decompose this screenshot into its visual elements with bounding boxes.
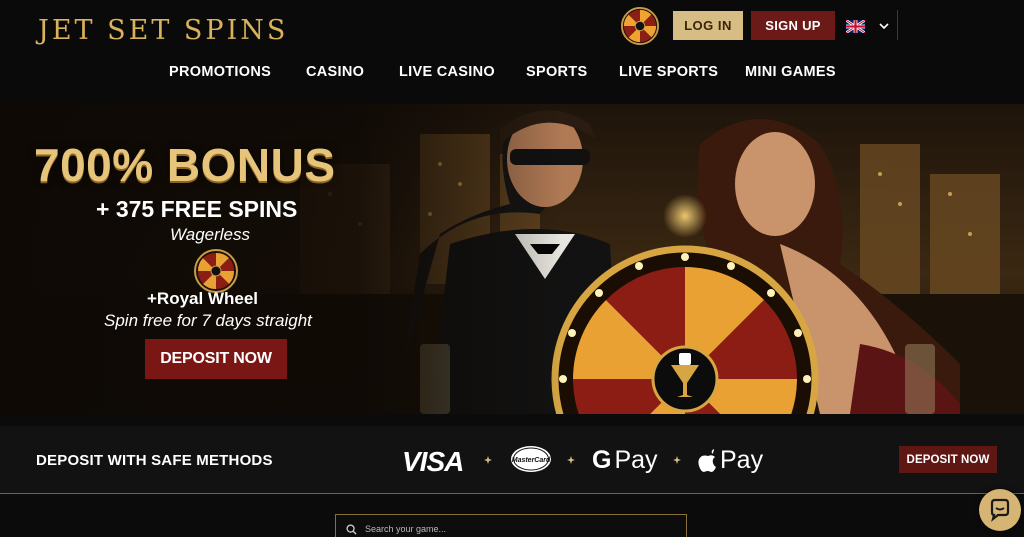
separator-star-icon [673, 456, 681, 464]
nav-item-promotions[interactable]: PROMOTIONS [169, 64, 271, 80]
hero-deposit-button[interactable]: DEPOSIT NOW [145, 339, 287, 379]
google-pay-text: Pay [614, 446, 658, 474]
separator-star-icon [484, 456, 492, 464]
nav-item-live-casino[interactable]: LIVE CASINO [399, 64, 495, 80]
royal-wheel-icon [194, 249, 238, 293]
game-search-bar[interactable] [335, 514, 687, 537]
bonus-title: 700% BONUS [34, 139, 336, 191]
bonus-subtitle: + 375 FREE SPINS [96, 196, 298, 222]
main-nav: PROMOTIONS CASINO LIVE CASINO SPORTS LIV… [0, 64, 1024, 84]
payments-divider [0, 493, 1024, 494]
apple-icon [698, 448, 716, 472]
separator-star-icon [567, 456, 575, 464]
site-logo[interactable]: JET SET SPINS [38, 10, 288, 50]
header-divider [897, 10, 898, 40]
uk-flag-icon [846, 19, 865, 33]
chevron-down-icon [879, 23, 889, 30]
wagerless-label: Wagerless [170, 225, 250, 244]
mastercard-logo-icon: MasterCard [511, 446, 551, 472]
nav-item-mini-games[interactable]: MINI GAMES [745, 64, 836, 80]
google-pay-logo: G Pay [592, 446, 658, 475]
nav-item-sports[interactable]: SPORTS [526, 64, 587, 80]
hero-banner[interactable]: 700% BONUS + 375 FREE SPINS Wagerless +R… [0, 104, 1024, 414]
language-selector[interactable] [846, 16, 896, 36]
royal-wheel-label: +Royal Wheel [147, 289, 259, 308]
hero-promo-text: 700% BONUS + 375 FREE SPINS Wagerless +R… [0, 104, 430, 414]
site-header: JET SET SPINS LOG IN SIGN UP PROMOTIONS … [0, 0, 1024, 104]
mastercard-text: MasterCard [512, 457, 551, 464]
search-icon [346, 523, 357, 535]
nav-item-live-sports[interactable]: LIVE SPORTS [619, 64, 718, 80]
signup-button[interactable]: SIGN UP [751, 11, 835, 40]
google-g-icon: G [592, 446, 612, 474]
apple-pay-logo: Pay [698, 446, 763, 475]
logo-text: JET SET SPINS [38, 14, 289, 46]
spin-free-label: Spin free for 7 days straight [104, 311, 312, 330]
search-input[interactable] [365, 524, 665, 534]
chat-icon [990, 498, 1010, 522]
payments-deposit-button[interactable]: DEPOSIT NOW [899, 446, 997, 473]
live-chat-button[interactable] [979, 489, 1021, 531]
fortune-wheel-icon[interactable] [621, 7, 659, 45]
login-button[interactable]: LOG IN [673, 11, 743, 40]
visa-logo: VISA [402, 446, 464, 477]
payment-methods-title: DEPOSIT WITH SAFE METHODS [36, 452, 273, 469]
apple-pay-text: Pay [720, 446, 764, 474]
payment-methods-strip: DEPOSIT WITH SAFE METHODS VISA MasterCar… [0, 426, 1024, 494]
nav-item-casino[interactable]: CASINO [306, 64, 364, 80]
